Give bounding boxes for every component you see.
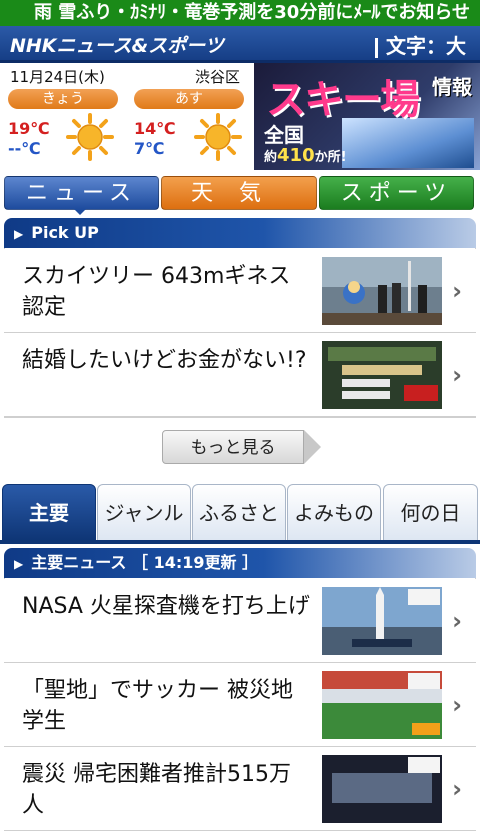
article-title: 「聖地」でサッカー 被災地学生 [22,678,293,734]
tab-sports[interactable]: スポーツ [319,176,474,210]
list-item[interactable]: 結婚したいけどお金がない!? › [4,333,476,417]
ad-count: 約410か所! [264,145,347,166]
ticker-text: 雨 雪ふり・ｶﾐﾅﾘ・竜巻予測を30分前にﾒｰﾙでお知らせ [34,2,470,23]
sub-tabs-underline [0,540,480,544]
chevron-right-icon: › [452,775,462,803]
tab-news[interactable]: ニュース [4,176,159,210]
tab-main[interactable]: 主要 [2,484,96,542]
today-low: --℃ [8,139,41,158]
chevron-right-icon: › [452,277,462,305]
nhk-logo: NHKニュース&スポーツ [10,35,224,57]
ski-resort-ad-banner[interactable]: スキー場 情報 全国 約410か所! [254,63,480,170]
article-title: NASA 火星探査機を打ち上げ [22,594,310,619]
skier-photo [342,118,474,168]
ad-headline: スキー場 [266,77,420,123]
today-high: 19℃ [8,119,50,138]
active-tab-caret [74,209,86,215]
chevron-right-icon: › [452,691,462,719]
tomorrow-label: あす [134,89,244,109]
pickup-heading-bar: ▶ Pick UP [4,218,476,248]
today-label: きょう [8,89,118,109]
article-thumbnail [322,755,442,823]
text-size-button[interactable]: 文字：大 [375,30,466,59]
article-thumbnail [322,341,442,409]
sun-icon [66,113,114,161]
article-thumbnail [322,257,442,325]
list-item[interactable]: 震災 帰宅困難者推計515万人 › [4,747,476,831]
tomorrow-low: 7℃ [134,139,165,158]
tab-genre[interactable]: ジャンル [97,484,191,542]
weather-date: 11月24日(木) [10,68,105,86]
app-header: NHKニュース&スポーツ 文字：大 [0,26,480,63]
triangle-icon: ▶ [14,557,24,571]
weather-location: 渋谷区 [194,68,240,86]
tab-furusato[interactable]: ふるさと [192,484,286,542]
main-news-heading: 主要ニュース ［ 14:19更新 ］ [31,553,259,572]
list-item[interactable]: スカイツリー 643mギネス認定 › [4,249,476,333]
more-button[interactable]: もっと見る [162,430,321,464]
main-tabs: ニュース 天気 スポーツ [0,176,480,212]
tab-yomimono[interactable]: よみもの [287,484,381,542]
text-size-label: 文字：大 [386,34,466,58]
article-title: スカイツリー 643mギネス認定 [22,264,291,320]
article-title: 震災 帰宅困難者推計515万人 [22,762,291,818]
pickup-heading: Pick UP [31,223,99,242]
tab-nannohi[interactable]: 何の日 [383,484,478,542]
ad-suffix: 情報 [432,75,472,99]
tomorrow-high: 14℃ [134,119,176,138]
main-news-heading-bar: ▶ 主要ニュース ［ 14:19更新 ］ [4,548,476,578]
weather-alert-ticker[interactable]: 雨 雪ふり・ｶﾐﾅﾘ・竜巻予測を30分前にﾒｰﾙでお知らせ [0,0,480,26]
article-thumbnail [322,671,442,739]
triangle-icon: ▶ [14,227,24,241]
news-sub-tabs: 主要 ジャンル ふるさと よみもの 何の日 [0,484,480,542]
list-item[interactable]: 「聖地」でサッカー 被災地学生 › [4,663,476,747]
weather-widget[interactable]: 11月24日(木) 渋谷区 きょう あす 19℃ --℃ 14℃ 7℃ [0,63,254,170]
chevron-right-icon: › [452,607,462,635]
chevron-right-icon: › [452,361,462,389]
ad-line1: 全国 [264,123,304,147]
tab-weather[interactable]: 天気 [161,176,317,210]
sun-icon [194,113,242,161]
list-item[interactable]: NASA 火星探査機を打ち上げ › [4,579,476,663]
article-thumbnail [322,587,442,655]
article-title: 結婚したいけどお金がない!? [22,348,307,373]
